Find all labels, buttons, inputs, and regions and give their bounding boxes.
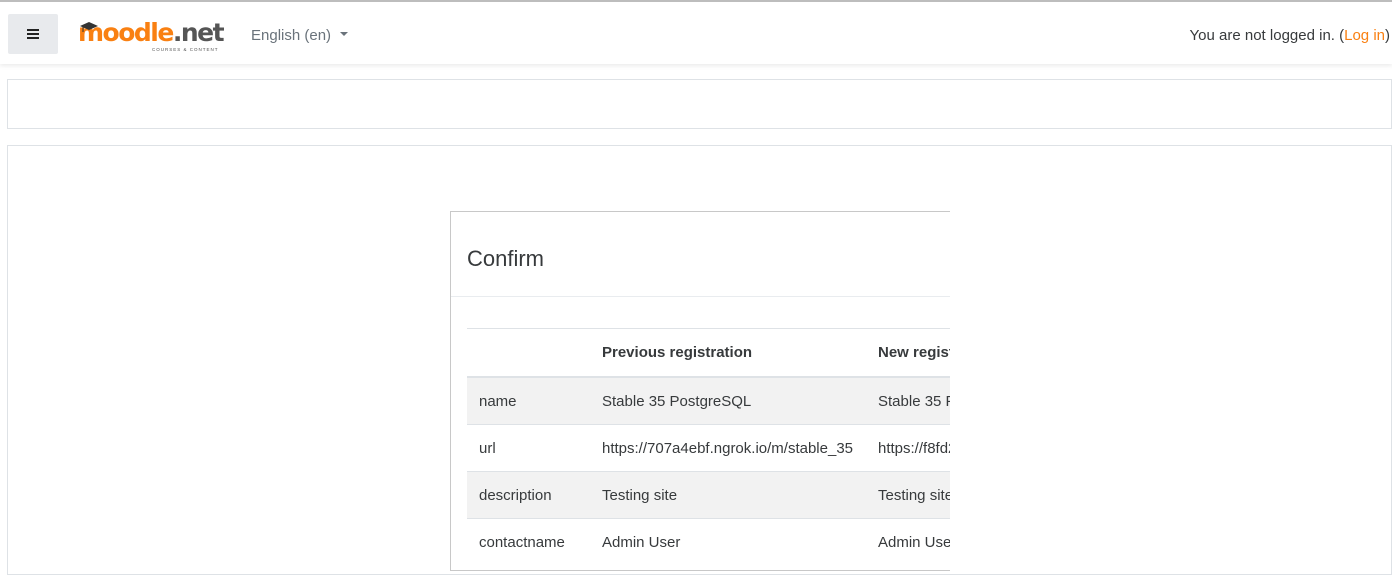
moodle-net-logo[interactable]: moodle.net COURSES & CONTENT [78,18,228,56]
confirm-dialog: Confirm Previous registration New regist… [450,211,950,571]
login-info-suffix: ) [1385,27,1390,44]
logo-suffix-text: .net [172,18,225,47]
table-row: contactname Admin User Admin User [467,518,950,565]
navbar: moodle.net COURSES & CONTENT English (en… [0,0,1392,64]
table-header-row: Previous registration New registration [467,328,950,378]
row-field: contactname [467,518,590,565]
dialog-divider [451,296,950,297]
column-header-new: New registration [866,328,950,378]
row-new-value: Stable 35 PostgreSQL [866,376,950,425]
row-field: name [467,376,590,425]
registration-comparison-table: Previous registration New registration n… [467,328,950,565]
column-header-field [467,328,590,378]
caret-down-icon [340,32,349,37]
column-header-previous: Previous registration [590,328,866,378]
row-field: description [467,471,590,519]
language-label: English (en) [251,27,332,44]
row-previous-value: Stable 35 PostgreSQL [590,376,866,425]
page-header [7,79,1392,129]
dialog-title: Confirm [467,246,545,271]
row-new-value: Admin User [866,518,950,565]
graduation-cap-icon [80,22,98,32]
row-new-value: https://f8fd2 [866,424,950,472]
row-new-value: Testing site [866,471,950,519]
hamburger-icon [27,29,39,39]
login-info-prefix: You are not logged in. ( [1189,27,1345,44]
row-previous-value: Testing site [590,471,866,519]
row-previous-value: Admin User [590,518,866,565]
login-info: You are not logged in. (Log in) [1190,27,1390,44]
table-row: description Testing site Testing site [467,471,950,519]
row-previous-value: https://707a4ebf.ngrok.io/m/stable_35 [590,424,866,472]
table-row: name Stable 35 PostgreSQL Stable 35 Post… [467,376,950,425]
drawer-toggle-button[interactable] [8,14,58,54]
table-row: url https://707a4ebf.ngrok.io/m/stable_3… [467,424,950,472]
logo-tagline: COURSES & CONTENT [152,47,219,52]
row-field: url [467,424,590,472]
login-link[interactable]: Log in [1344,27,1385,44]
language-menu[interactable]: English (en) [251,27,349,44]
